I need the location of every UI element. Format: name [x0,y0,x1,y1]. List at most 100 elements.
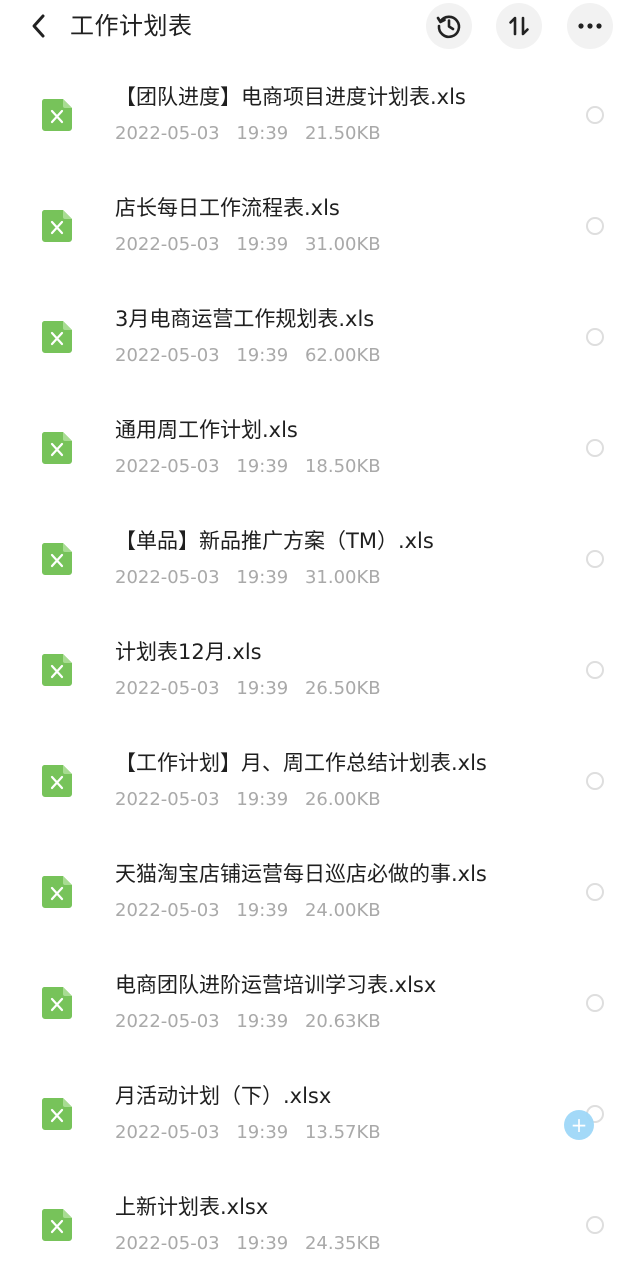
file-row[interactable]: 3月电商运营工作规划表.xls 2022-05-03 19:39 62.00KB [0,280,640,391]
file-meta: 2022-05-03 19:39 62.00KB [115,343,392,369]
file-row[interactable]: 月活动计划（下）.xlsx 2022-05-03 19:39 13.57KB [0,1057,640,1168]
file-size: 62.00KB [304,345,381,366]
file-size: 31.00KB [304,567,381,588]
file-time: 19:39 [236,678,289,699]
excel-file-icon [41,99,72,131]
file-meta: 2022-05-03 19:39 24.35KB [115,1231,392,1257]
file-time: 19:39 [236,234,289,255]
file-date: 2022-05-03 [115,1122,220,1143]
file-name: 电商团队进阶运营培训学习表.xlsx [115,973,437,997]
file-date: 2022-05-03 [115,678,220,699]
excel-file-icon [41,987,72,1019]
file-row[interactable]: 上新计划表.xlsx 2022-05-03 19:39 24.35KB [0,1168,640,1279]
file-date: 2022-05-03 [115,456,220,477]
file-time: 19:39 [236,567,289,588]
select-checkbox[interactable] [586,883,604,901]
file-name: 天猫淘宝店铺运营每日巡店必做的事.xls [115,862,487,886]
excel-file-icon [41,1098,72,1130]
file-date: 2022-05-03 [115,789,220,810]
select-checkbox[interactable] [586,328,604,346]
more-dots-icon [578,23,602,29]
sort-button[interactable] [496,3,542,49]
file-time: 19:39 [236,456,289,477]
file-date: 2022-05-03 [115,567,220,588]
file-meta: 2022-05-03 19:39 13.57KB [115,1120,392,1146]
file-row[interactable]: 店长每日工作流程表.xls 2022-05-03 19:39 31.00KB [0,169,640,280]
file-row[interactable]: 【团队进度】电商项目进度计划表.xls 2022-05-03 19:39 21.… [0,58,640,169]
excel-file-icon [41,321,72,353]
file-size: 24.35KB [304,1233,381,1254]
history-button[interactable] [426,3,472,49]
plus-icon: + [570,1113,588,1137]
file-meta: 2022-05-03 19:39 18.50KB [115,454,392,480]
sort-arrows-icon [509,16,529,36]
file-name: 上新计划表.xlsx [115,1195,269,1219]
file-time: 19:39 [236,345,289,366]
excel-file-icon [41,210,72,242]
history-clock-icon [436,15,461,39]
file-date: 2022-05-03 [115,345,220,366]
file-meta: 2022-05-03 19:39 26.50KB [115,676,392,702]
excel-file-icon [41,432,72,464]
file-date: 2022-05-03 [115,900,220,921]
file-time: 19:39 [236,123,289,144]
more-button[interactable] [567,3,613,49]
select-checkbox[interactable] [586,217,604,235]
file-name: 店长每日工作流程表.xls [115,196,340,220]
file-row[interactable]: 通用周工作计划.xls 2022-05-03 19:39 18.50KB [0,391,640,502]
file-meta: 2022-05-03 19:39 31.00KB [115,565,392,591]
file-meta: 2022-05-03 19:39 24.00KB [115,898,392,924]
file-size: 24.00KB [304,900,381,921]
file-size: 26.50KB [304,678,381,699]
chevron-left-icon [32,14,45,38]
select-checkbox[interactable] [586,661,604,679]
file-date: 2022-05-03 [115,1011,220,1032]
file-meta: 2022-05-03 19:39 21.50KB [115,121,392,147]
file-size: 18.50KB [304,456,381,477]
select-checkbox[interactable] [586,439,604,457]
excel-file-icon [41,1209,72,1241]
file-row[interactable]: 电商团队进阶运营培训学习表.xlsx 2022-05-03 19:39 20.6… [0,946,640,1057]
file-name: 通用周工作计划.xls [115,418,298,442]
file-time: 19:39 [236,789,289,810]
select-checkbox[interactable] [586,994,604,1012]
file-name: 【单品】新品推广方案（TM）.xls [115,529,434,553]
file-date: 2022-05-03 [115,1233,220,1254]
file-name: 【工作计划】月、周工作总结计划表.xls [115,751,487,775]
file-name: 【团队进度】电商项目进度计划表.xls [115,85,466,109]
excel-file-icon [41,654,72,686]
file-time: 19:39 [236,1122,289,1143]
file-date: 2022-05-03 [115,123,220,144]
file-size: 26.00KB [304,789,381,810]
file-time: 19:39 [236,1011,289,1032]
file-size: 20.63KB [304,1011,381,1032]
select-checkbox[interactable] [586,1216,604,1234]
file-name: 计划表12月.xls [115,640,262,664]
file-size: 13.57KB [304,1122,381,1143]
excel-file-icon [41,543,72,575]
file-row[interactable]: 天猫淘宝店铺运营每日巡店必做的事.xls 2022-05-03 19:39 24… [0,835,640,946]
back-button[interactable] [22,8,56,44]
file-size: 31.00KB [304,234,381,255]
select-checkbox[interactable] [586,550,604,568]
excel-file-icon [41,876,72,908]
top-bar: 工作计划表 [0,0,640,52]
file-meta: 2022-05-03 19:39 20.63KB [115,1009,392,1035]
select-checkbox[interactable] [586,106,604,124]
file-meta: 2022-05-03 19:39 31.00KB [115,232,392,258]
file-name: 3月电商运营工作规划表.xls [115,307,375,331]
file-time: 19:39 [236,1233,289,1254]
file-row[interactable]: 【工作计划】月、周工作总结计划表.xls 2022-05-03 19:39 26… [0,724,640,835]
file-meta: 2022-05-03 19:39 26.00KB [115,787,392,813]
file-time: 19:39 [236,900,289,921]
select-checkbox[interactable] [586,772,604,790]
file-row[interactable]: 计划表12月.xls 2022-05-03 19:39 26.50KB [0,613,640,724]
file-list: 【团队进度】电商项目进度计划表.xls 2022-05-03 19:39 21.… [0,58,640,1279]
file-date: 2022-05-03 [115,234,220,255]
file-name: 月活动计划（下）.xlsx [115,1084,332,1108]
file-row[interactable]: 【单品】新品推广方案（TM）.xls 2022-05-03 19:39 31.0… [0,502,640,613]
file-size: 21.50KB [304,123,381,144]
add-button[interactable]: + [564,1110,594,1140]
page-title: 工作计划表 [70,12,193,40]
excel-file-icon [41,765,72,797]
